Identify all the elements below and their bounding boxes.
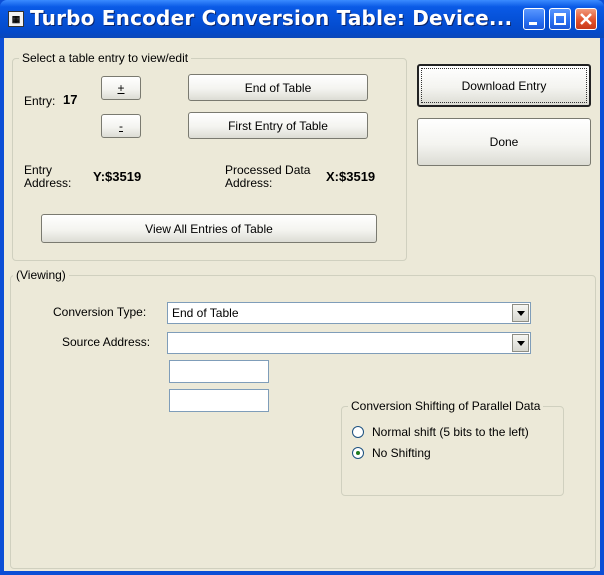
source-address-label: Source Address: bbox=[62, 335, 151, 349]
extra-field-1[interactable] bbox=[169, 360, 269, 383]
normal-shift-label[interactable]: Normal shift (5 bits to the left) bbox=[372, 425, 529, 439]
conversion-shifting-group: Conversion Shifting of Parallel Data Nor… bbox=[341, 399, 564, 496]
no-shifting-radio[interactable] bbox=[352, 447, 364, 459]
minus-label: - bbox=[119, 119, 123, 133]
focus-rectangle bbox=[421, 68, 587, 103]
entry-value: 17 bbox=[63, 92, 78, 107]
conversion-type-select[interactable]: End of Table bbox=[167, 302, 531, 324]
first-entry-button[interactable]: First Entry of Table bbox=[188, 112, 368, 139]
app-icon[interactable]: ▦ bbox=[8, 11, 24, 27]
entry-address-label: Entry Address: bbox=[24, 163, 72, 190]
previous-entry-button[interactable]: - bbox=[101, 114, 141, 138]
end-of-table-label: End of Table bbox=[244, 80, 312, 95]
dropdown-arrow-icon[interactable] bbox=[512, 304, 529, 322]
minimize-button[interactable] bbox=[523, 8, 545, 30]
conversion-type-value: End of Table bbox=[172, 306, 239, 320]
close-button[interactable] bbox=[575, 8, 597, 30]
select-entry-legend: Select a table entry to view/edit bbox=[19, 51, 192, 65]
download-entry-button[interactable]: Download Entry bbox=[417, 64, 591, 107]
view-all-entries-label: View All Entries of Table bbox=[145, 221, 273, 236]
entry-label: Entry: bbox=[24, 94, 56, 108]
entry-address-value: Y:$3519 bbox=[93, 169, 142, 184]
conversion-shifting-legend: Conversion Shifting of Parallel Data bbox=[348, 399, 544, 413]
radio-selected-icon bbox=[356, 451, 360, 455]
extra-field-2[interactable] bbox=[169, 389, 269, 412]
done-button[interactable]: Done bbox=[417, 118, 591, 166]
maximize-icon bbox=[554, 13, 566, 25]
window-title: Turbo Encoder Conversion Table: Device..… bbox=[30, 6, 513, 30]
viewing-legend: (Viewing) bbox=[13, 268, 69, 282]
maximize-button[interactable] bbox=[549, 8, 571, 30]
source-address-select[interactable] bbox=[167, 332, 531, 354]
close-icon bbox=[580, 13, 592, 25]
processed-address-label: Processed Data Address: bbox=[225, 163, 311, 190]
app-window: ▦ Turbo Encoder Conversion Table: Device… bbox=[0, 0, 604, 575]
window-bottom-border bbox=[0, 571, 604, 575]
dialog-client-area: Select a table entry to view/edit Entry:… bbox=[4, 38, 600, 571]
view-all-entries-button[interactable]: View All Entries of Table bbox=[41, 214, 377, 243]
viewing-group: (Viewing) Conversion Type: End of Table … bbox=[10, 268, 596, 569]
minimize-icon bbox=[529, 22, 537, 25]
dropdown-arrow-icon[interactable] bbox=[512, 334, 529, 352]
conversion-type-label: Conversion Type: bbox=[53, 305, 147, 319]
select-entry-group: Select a table entry to view/edit Entry:… bbox=[12, 51, 407, 261]
done-label: Done bbox=[489, 135, 519, 149]
next-entry-button[interactable]: + bbox=[101, 76, 141, 100]
plus-label: + bbox=[117, 81, 125, 95]
no-shifting-label[interactable]: No Shifting bbox=[372, 446, 431, 460]
title-bar[interactable]: ▦ Turbo Encoder Conversion Table: Device… bbox=[0, 0, 604, 38]
end-of-table-button[interactable]: End of Table bbox=[188, 74, 368, 101]
processed-address-value: X:$3519 bbox=[326, 169, 376, 184]
normal-shift-radio[interactable] bbox=[352, 426, 364, 438]
first-entry-label: First Entry of Table bbox=[228, 118, 328, 133]
